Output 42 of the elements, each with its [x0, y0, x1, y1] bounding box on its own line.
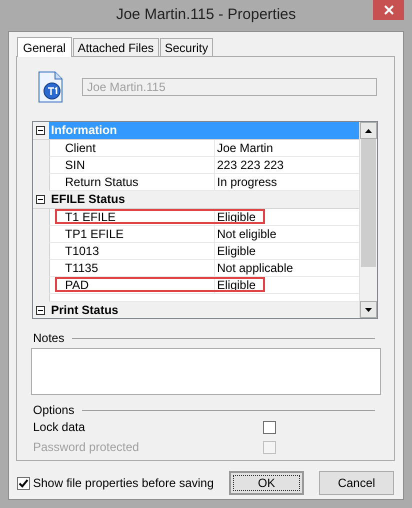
- tab[interactable]: General: [17, 37, 72, 57]
- close-button[interactable]: [373, 0, 404, 20]
- property-name: T1013: [50, 243, 215, 259]
- down-arrow-icon: [365, 308, 372, 312]
- option-label: Password protected: [33, 440, 140, 454]
- property-name: PAD: [50, 277, 215, 293]
- dialog-button[interactable]: Cancel: [319, 471, 394, 496]
- section-header[interactable]: EFILE Status: [49, 191, 359, 208]
- property-value: Eligible: [216, 243, 257, 259]
- collapse-icon[interactable]: [36, 306, 45, 315]
- collapse-icon[interactable]: [36, 126, 45, 135]
- property-value: Joe Martin: [216, 140, 274, 156]
- property-value: Not eligible: [216, 226, 278, 242]
- property-name: SIN: [50, 157, 215, 173]
- property-value: Eligible: [216, 277, 257, 293]
- up-arrow-icon: [365, 128, 372, 132]
- close-icon: [384, 5, 394, 15]
- property-name: Return Status: [50, 174, 215, 190]
- checkbox-label: Show file properties before saving: [33, 476, 214, 490]
- property-value: In progress: [216, 174, 278, 190]
- property-name: T1 EFILE: [50, 209, 215, 225]
- property-name: T1135: [50, 260, 215, 276]
- scrollbar-thumb[interactable]: [361, 139, 376, 267]
- property-value: 223 223 223: [216, 157, 285, 173]
- property-value: Not applicable: [216, 260, 294, 276]
- section-header[interactable]: Print Status: [49, 302, 359, 318]
- tab[interactable]: Security: [160, 38, 214, 56]
- option-label: Lock data: [33, 420, 86, 434]
- options-label: Options: [33, 403, 74, 417]
- scroll-down-button[interactable]: [360, 301, 377, 318]
- tab[interactable]: Attached Files: [72, 38, 159, 56]
- window-title: Joe Martin.115 - Properties: [116, 6, 296, 23]
- property-name: Client: [50, 140, 215, 156]
- property-name: TP1 EFILE: [50, 226, 215, 242]
- collapse-icon[interactable]: [36, 195, 45, 204]
- checkbox[interactable]: [263, 420, 276, 434]
- property-value: Eligible: [216, 209, 257, 225]
- notes-label: Notes: [33, 331, 64, 345]
- notes-field[interactable]: [31, 348, 381, 395]
- dialog-button[interactable]: OK: [229, 471, 304, 496]
- scroll-up-button[interactable]: [360, 122, 377, 139]
- checkbox[interactable]: [17, 476, 30, 490]
